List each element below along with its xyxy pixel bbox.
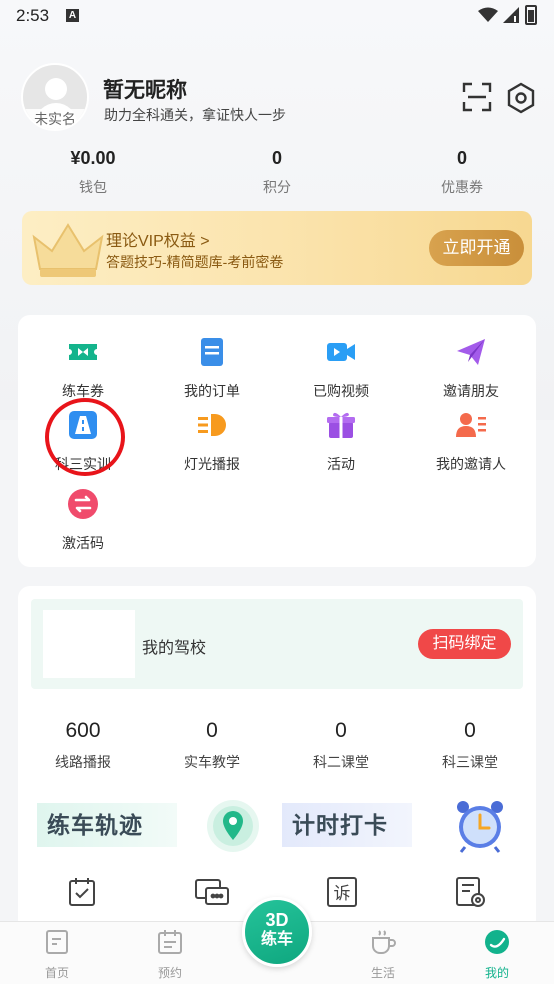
- document-settings-icon[interactable]: [454, 876, 486, 908]
- school-name: 我的驾校: [142, 640, 207, 657]
- school-stat-label: 科二课堂: [313, 754, 369, 770]
- clock-in-banner[interactable]: 计时打卡: [282, 803, 412, 847]
- gift-icon: [327, 412, 355, 438]
- ticket-icon: [69, 344, 97, 360]
- slogan: 助力全科通关，拿证快人一步: [104, 107, 286, 123]
- alarm-clock-icon[interactable]: [455, 797, 505, 853]
- order-icon: [201, 338, 223, 366]
- school-stat-value: 0: [206, 719, 218, 742]
- school-stat-label: 实车教学: [184, 754, 240, 770]
- 3d-practice-button[interactable]: 3D 练车: [242, 897, 312, 967]
- complaint-icon[interactable]: 诉: [326, 876, 358, 908]
- stat-label: 钱包: [79, 179, 107, 195]
- svg-text:诉: 诉: [334, 884, 351, 904]
- grid-item-my-inviter[interactable]: 我的邀请人: [411, 408, 531, 474]
- notification-icon: A: [66, 9, 79, 22]
- tab-label: 首页: [44, 966, 69, 980]
- vip-subtitle: 答题技巧-精简题库-考前密卷: [106, 254, 284, 270]
- tab-mine[interactable]: 我的: [457, 928, 537, 981]
- tab-label: 生活: [370, 966, 395, 980]
- calendar-check-icon[interactable]: [66, 876, 98, 908]
- vip-title: 理论VIP权益 >: [106, 233, 210, 250]
- chat-icon[interactable]: [194, 876, 230, 908]
- nickname[interactable]: 暂无昵称: [103, 74, 187, 104]
- home-icon: [46, 930, 68, 954]
- mine-icon: [485, 930, 509, 954]
- school-stat-label: 科三课堂: [442, 754, 498, 770]
- grid-label: 邀请朋友: [443, 383, 499, 399]
- tab-life[interactable]: 生活: [343, 928, 423, 981]
- tab-home[interactable]: 首页: [17, 928, 97, 981]
- avatar-head: [45, 78, 67, 100]
- vip-open-button[interactable]: 立即开通: [429, 230, 524, 266]
- tab-label: 预约: [157, 966, 182, 980]
- stat-wallet[interactable]: ¥0.00 钱包: [23, 148, 163, 197]
- school-logo: [43, 610, 135, 678]
- status-bar: 2:53 A: [0, 0, 554, 32]
- avatar[interactable]: 未实名: [21, 63, 89, 131]
- grid-label: 我的订单: [184, 383, 240, 399]
- stat-value: ¥0.00: [70, 148, 116, 168]
- school-stat-value: 0: [335, 719, 347, 742]
- avatar-realname-tag: 未实名: [23, 109, 87, 129]
- stat-label: 积分: [263, 179, 291, 195]
- tab-label: 我的: [484, 966, 509, 980]
- stat-value: 0: [456, 148, 467, 168]
- highlight-circle-annotation: [45, 398, 125, 476]
- school-stat-route[interactable]: 600 线路播报: [28, 719, 138, 772]
- paper-plane-icon: [457, 339, 485, 365]
- school-stat-subject3[interactable]: 0 科三课堂: [415, 719, 525, 772]
- inviter-icon: [456, 413, 486, 437]
- vip-banner[interactable]: 理论VIP权益 > 答题技巧-精简题库-考前密卷 立即开通: [22, 211, 532, 285]
- crown-icon: [32, 223, 104, 277]
- stat-points[interactable]: 0 积分: [207, 148, 347, 197]
- wallet-stats: ¥0.00 钱包 0 积分 0 优惠券: [0, 148, 554, 200]
- school-stat-subject2[interactable]: 0 科二课堂: [286, 719, 396, 772]
- grid-item-invite[interactable]: 邀请朋友: [411, 335, 531, 401]
- headlight-icon: [198, 414, 226, 436]
- battery-icon: [525, 5, 537, 25]
- center-button-line2: 练车: [260, 931, 293, 948]
- driving-school-card: 我的驾校 扫码绑定 600 线路播报 0 实车教学 0 科二课堂 0 科三课堂 …: [18, 586, 536, 931]
- scan-icon[interactable]: [462, 82, 492, 112]
- grid-item-activity[interactable]: 活动: [281, 408, 401, 474]
- coffee-cup-icon: [372, 930, 396, 954]
- swap-icon: [68, 489, 98, 519]
- grid-label: 已购视频: [313, 383, 369, 399]
- grid-label: 活动: [327, 456, 355, 472]
- tab-booking[interactable]: 预约: [130, 928, 210, 981]
- grid-label: 激活码: [62, 535, 104, 551]
- scan-bind-button[interactable]: 扫码绑定: [418, 629, 511, 659]
- status-time: 2:53: [16, 6, 50, 25]
- practice-track-banner[interactable]: 练车轨迹: [37, 803, 177, 847]
- grid-label: 灯光播报: [184, 456, 240, 472]
- booking-icon: [158, 930, 182, 954]
- location-pin-icon[interactable]: [205, 798, 261, 854]
- signal-icon: [503, 7, 519, 23]
- center-button-line1: 3D: [265, 910, 289, 930]
- grid-item-ticket[interactable]: 练车券: [23, 335, 143, 401]
- video-icon: [327, 343, 355, 361]
- grid-item-activation-code[interactable]: 激活码: [23, 487, 143, 553]
- school-stat-real-car[interactable]: 0 实车教学: [157, 719, 267, 772]
- school-stat-value: 0: [464, 719, 476, 742]
- grid-item-light-broadcast[interactable]: 灯光播报: [152, 408, 272, 474]
- stat-value: 0: [271, 148, 282, 168]
- school-stat-value: 600: [65, 719, 101, 742]
- school-stat-label: 线路播报: [55, 754, 111, 770]
- stat-coupons[interactable]: 0 优惠券: [392, 148, 532, 197]
- grid-label: 我的邀请人: [436, 456, 506, 472]
- school-binding-panel: 我的驾校 扫码绑定: [31, 599, 523, 689]
- grid-item-orders[interactable]: 我的订单: [152, 335, 272, 401]
- stat-label: 优惠券: [441, 179, 483, 195]
- grid-item-videos[interactable]: 已购视频: [281, 335, 401, 401]
- settings-icon[interactable]: [505, 82, 537, 114]
- wifi-icon: [478, 7, 498, 22]
